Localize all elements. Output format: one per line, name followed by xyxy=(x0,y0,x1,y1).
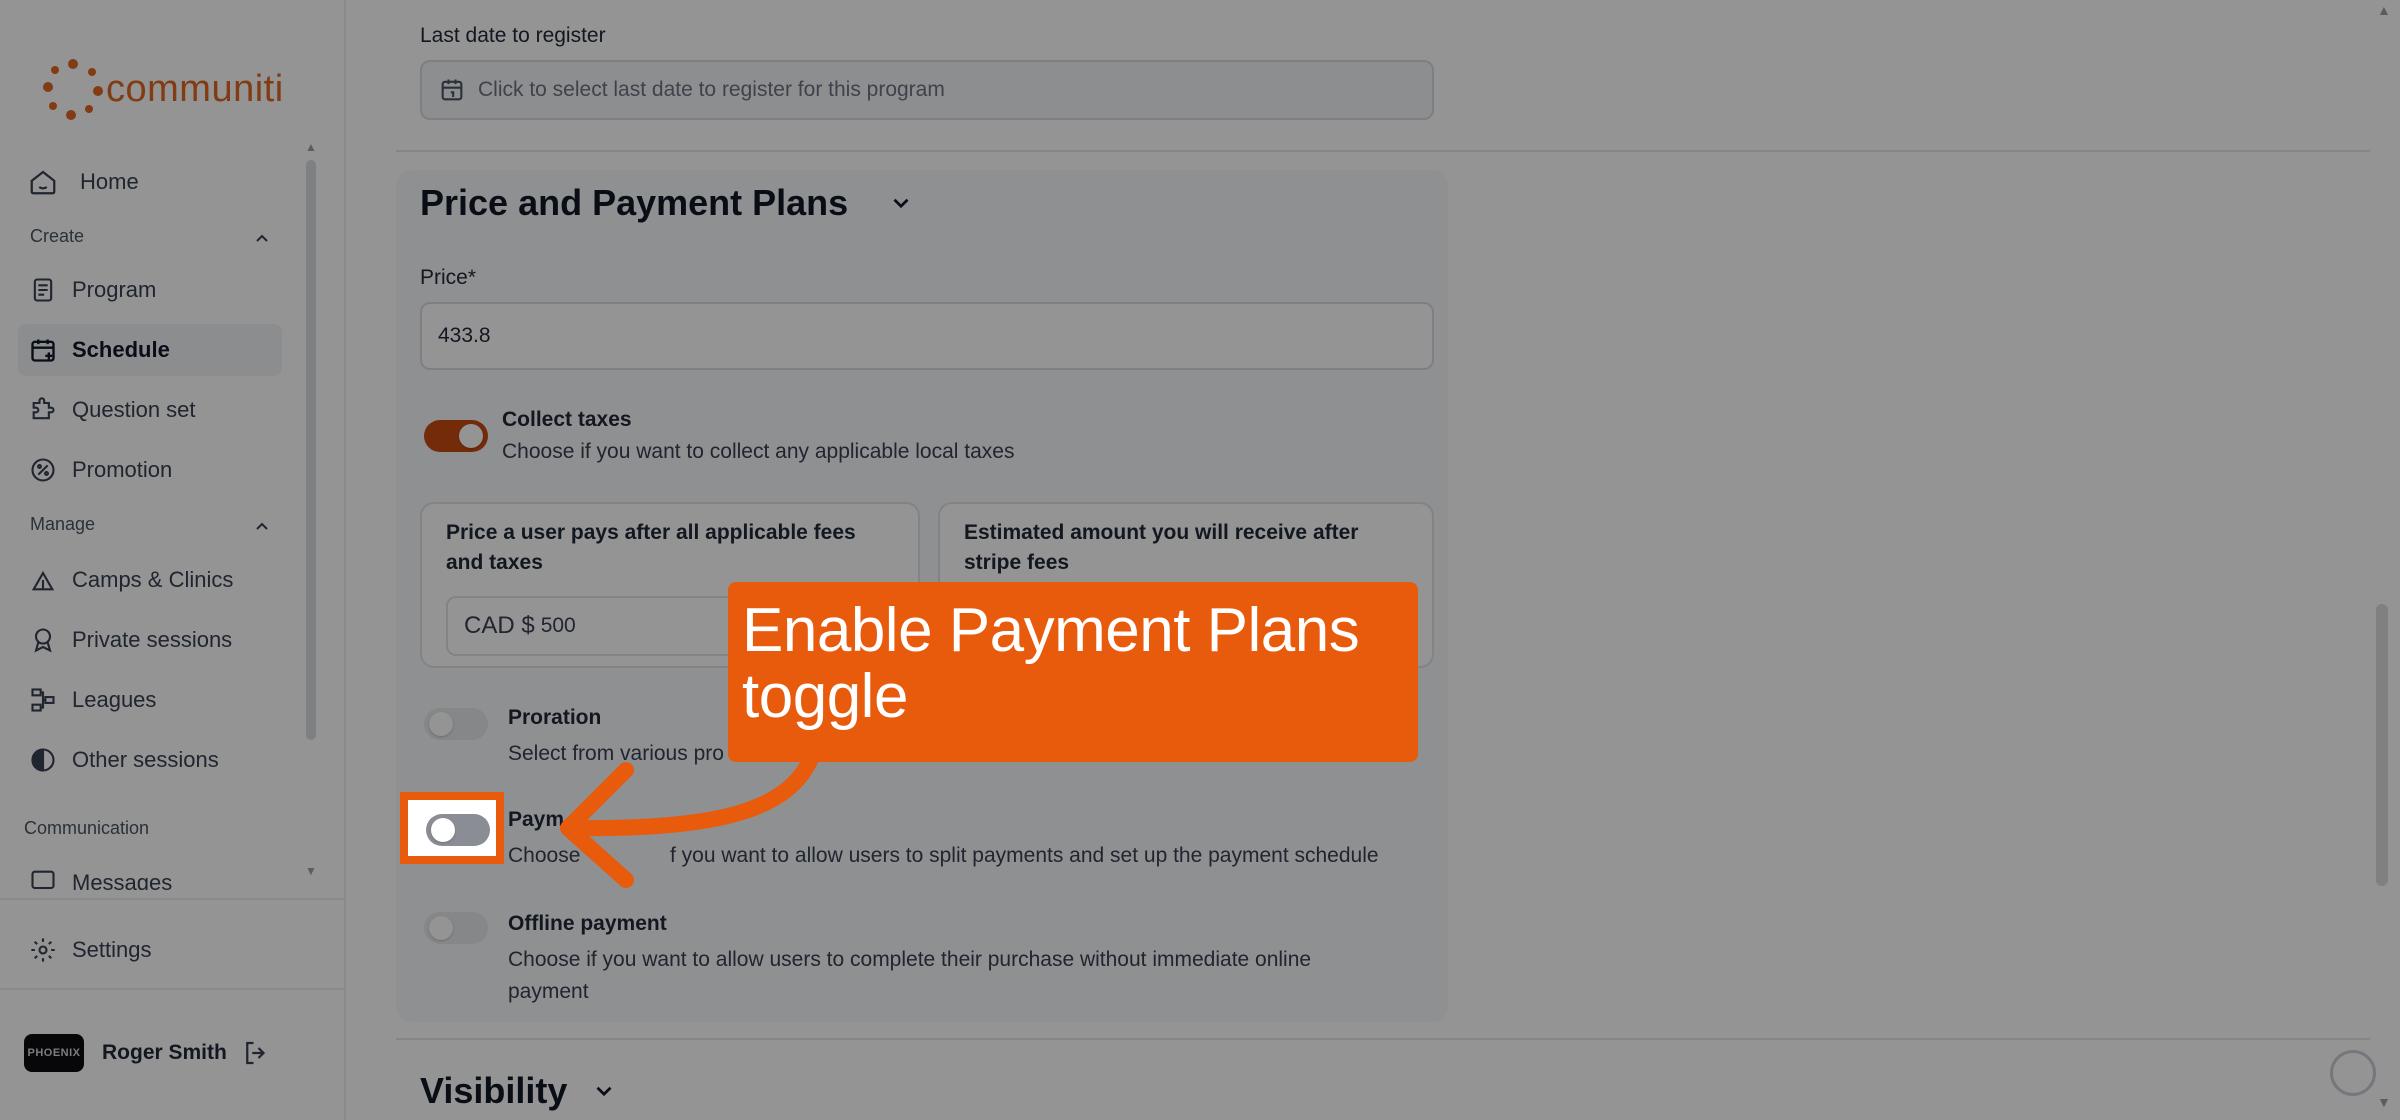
callout-line: toggle xyxy=(742,662,908,731)
tutorial-callout: Enable Payment Plans toggle xyxy=(728,582,1418,762)
callout-arrow-icon xyxy=(560,748,820,888)
callout-line: Enable Payment Plans xyxy=(742,596,1360,665)
